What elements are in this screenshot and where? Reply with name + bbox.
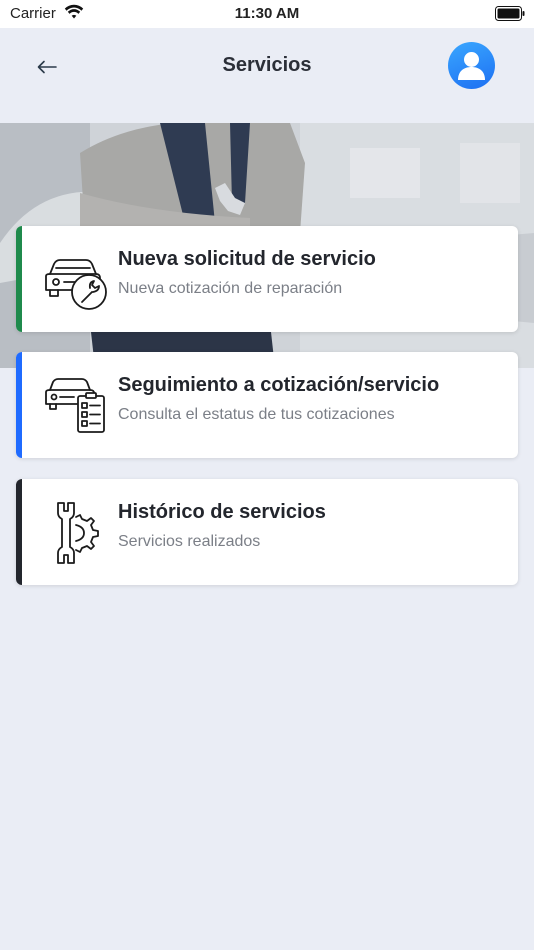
car-checklist-icon [45, 378, 105, 433]
card-subtitle: Servicios realizados [118, 533, 261, 550]
avatar[interactable] [448, 42, 495, 89]
card-title: Seguimiento a cotización/servicio [118, 374, 440, 396]
card-accent-bar [16, 352, 22, 458]
gear-wrench-icon [57, 502, 99, 564]
user-icon [458, 52, 485, 80]
card-subtitle: Nueva cotización de reparación [118, 280, 343, 297]
card-subtitle: Consulta el estatus de tus cotizaciones [118, 406, 395, 423]
status-time: 11:30 AM [234, 5, 300, 22]
card-service-history[interactable]: Histórico de servicios Servicios realiza… [16, 479, 518, 585]
card-accent-bar [16, 226, 22, 332]
header: Servicios [0, 28, 534, 123]
card-accent-bar [16, 479, 22, 585]
battery-icon [495, 6, 525, 21]
card-new-service-request[interactable]: Nueva solicitud de servicio Nueva cotiza… [16, 226, 518, 332]
card-title: Nueva solicitud de servicio [118, 248, 376, 270]
card-title: Histórico de servicios [118, 501, 326, 523]
status-bar: Carrier 11:30 AM [0, 0, 534, 28]
card-quote-tracking[interactable]: Seguimiento a cotización/servicio Consul… [16, 352, 518, 458]
car-wrench-icon [45, 259, 107, 310]
